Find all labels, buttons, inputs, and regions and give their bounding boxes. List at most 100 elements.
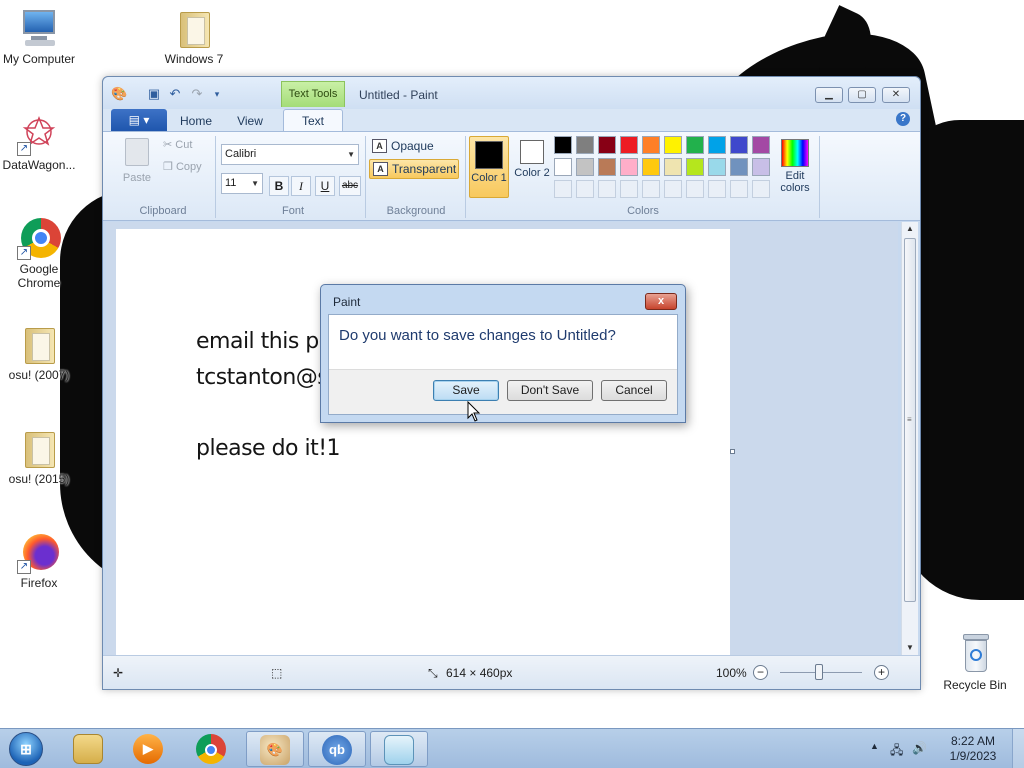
scroll-up-icon[interactable]: ▲ — [902, 222, 918, 236]
undo-icon[interactable]: ↶ — [167, 86, 183, 102]
color2-button[interactable]: Color 2 — [512, 136, 552, 198]
palette-swatch[interactable] — [708, 158, 726, 176]
paste-button[interactable]: Paste — [117, 138, 157, 190]
start-button[interactable]: ⊞ — [4, 730, 48, 768]
vertical-scrollbar[interactable]: ▲ ≡ ▼ — [901, 222, 918, 655]
palette-swatch[interactable] — [664, 136, 682, 154]
desktop-icon-windows-7[interactable]: Windows 7 — [155, 6, 233, 66]
palette-swatch[interactable] — [576, 136, 594, 154]
palette-swatch[interactable] — [730, 158, 748, 176]
palette-swatch[interactable] — [554, 136, 572, 154]
show-desktop-button[interactable] — [1012, 729, 1024, 768]
palette-custom-swatch[interactable] — [642, 180, 660, 198]
canvas-dimensions: 614 × 460px — [446, 666, 513, 680]
minimize-button[interactable]: ▁ — [815, 87, 843, 103]
paint-app-icon[interactable]: 🎨 — [111, 86, 127, 102]
palette-swatch[interactable] — [598, 136, 616, 154]
palette-swatch[interactable] — [752, 136, 770, 154]
taskbar-file-explorer[interactable] — [60, 731, 118, 767]
taskbar-qbittorrent[interactable]: qb — [308, 731, 366, 767]
zoom-out-button[interactable]: − — [753, 665, 768, 680]
desktop-icon-google-chrome[interactable]: ↗ Google Chrome — [0, 216, 78, 290]
zoom-slider-thumb[interactable] — [815, 664, 823, 680]
underline-button[interactable]: U — [315, 176, 335, 196]
font-family-select[interactable]: Calibri ▼ — [221, 144, 359, 165]
palette-swatch[interactable] — [730, 136, 748, 154]
tab-home[interactable]: Home — [173, 112, 219, 131]
transparent-label: Transparent — [392, 162, 457, 176]
zoom-in-button[interactable]: + — [874, 665, 889, 680]
clock-date: 1/9/2023 — [949, 749, 997, 763]
scrollbar-thumb[interactable]: ≡ — [904, 238, 916, 602]
strikethrough-button[interactable]: abc — [339, 176, 361, 196]
palette-custom-swatch[interactable] — [730, 180, 748, 198]
desktop-icon-osu-2015[interactable]: osu! (2015) — [0, 426, 78, 486]
close-window-button[interactable]: ✕ — [882, 87, 910, 103]
palette-custom-swatch[interactable] — [664, 180, 682, 198]
taskbar-media-player[interactable]: ▶ — [120, 731, 178, 767]
desktop-icon-label: Firefox — [20, 576, 58, 590]
palette-custom-swatch[interactable] — [752, 180, 770, 198]
palette-swatch[interactable] — [752, 158, 770, 176]
palette-custom-swatch[interactable] — [686, 180, 704, 198]
palette-swatch[interactable] — [620, 136, 638, 154]
save-button[interactable]: Save — [433, 380, 499, 401]
copy-button[interactable]: ❐ Copy — [163, 160, 202, 173]
opaque-option[interactable]: A Opaque — [369, 137, 459, 157]
cancel-button[interactable]: Cancel — [601, 380, 667, 401]
palette-swatch[interactable] — [598, 158, 616, 176]
network-icon[interactable]: 🖧 — [890, 741, 903, 762]
palette-swatch[interactable] — [664, 158, 682, 176]
dont-save-button[interactable]: Don't Save — [507, 380, 593, 401]
transparent-icon: A — [373, 162, 388, 176]
palette-custom-swatch[interactable] — [576, 180, 594, 198]
bold-button[interactable]: B — [269, 176, 289, 196]
font-size-select[interactable]: 11 ▼ — [221, 173, 263, 194]
redo-icon[interactable]: ↷ — [189, 86, 205, 102]
taskbar-chrome[interactable] — [183, 731, 241, 767]
tab-view[interactable]: View — [227, 112, 273, 131]
palette-swatch[interactable] — [620, 158, 638, 176]
system-clock[interactable]: 8:22 AM 1/9/2023 — [937, 734, 1009, 764]
italic-button[interactable]: I — [291, 176, 311, 196]
desktop-icon-firefox[interactable]: ↗ Firefox — [0, 530, 78, 590]
scroll-down-icon[interactable]: ▼ — [902, 641, 918, 655]
canvas-resize-handle[interactable] — [730, 449, 735, 454]
desktop-icon-my-computer[interactable]: My Computer — [0, 6, 78, 66]
palette-swatch[interactable] — [554, 158, 572, 176]
palette-swatch[interactable] — [686, 136, 704, 154]
paint-palette-icon: 🎨 — [260, 735, 290, 765]
palette-swatch[interactable] — [576, 158, 594, 176]
desktop-icon-datawagon[interactable]: ↗ DataWagon... — [0, 112, 78, 172]
palette-swatch[interactable] — [686, 158, 704, 176]
cut-label: Cut — [175, 139, 193, 151]
maximize-button[interactable]: ▢ — [848, 87, 876, 103]
palette-swatch[interactable] — [708, 136, 726, 154]
mouse-cursor-icon — [467, 401, 481, 422]
font-family-value: Calibri — [225, 148, 257, 160]
palette-swatch[interactable] — [642, 136, 660, 154]
palette-custom-swatch[interactable] — [620, 180, 638, 198]
tab-text[interactable]: Text — [283, 109, 343, 132]
volume-icon[interactable]: 🔊 — [912, 741, 927, 755]
transparent-option[interactable]: A Transparent — [369, 159, 459, 179]
taskbar-paint[interactable]: 🎨 — [246, 731, 304, 767]
desktop-icon-osu-2007[interactable]: osu! (2007) — [0, 322, 78, 382]
dialog-close-button[interactable]: x — [645, 293, 677, 310]
clipboard-group-label: Clipboard — [139, 205, 187, 217]
taskbar-notepad[interactable] — [370, 731, 428, 767]
cut-button[interactable]: ✂ Cut — [163, 138, 192, 151]
file-menu-button[interactable]: ▤ ▾ — [111, 109, 167, 131]
customize-qat-icon[interactable]: ▾ — [209, 86, 225, 102]
color1-button[interactable]: Color 1 — [469, 136, 509, 198]
palette-custom-swatch[interactable] — [554, 180, 572, 198]
show-hidden-icons-button[interactable]: ▲ — [870, 741, 879, 751]
palette-swatch[interactable] — [642, 158, 660, 176]
desktop-icon-recycle-bin[interactable]: Recycle Bin — [936, 632, 1014, 692]
help-icon[interactable]: ? — [896, 112, 910, 126]
palette-custom-swatch[interactable] — [708, 180, 726, 198]
edit-colors-button[interactable]: Edit colors — [775, 136, 815, 198]
save-icon[interactable]: ▣ — [146, 86, 162, 102]
palette-custom-swatch[interactable] — [598, 180, 616, 198]
title-bar[interactable]: 🎨 ▣ ↶ ↷ ▾ Text Tools Untitled - Paint ▁ … — [103, 77, 920, 109]
